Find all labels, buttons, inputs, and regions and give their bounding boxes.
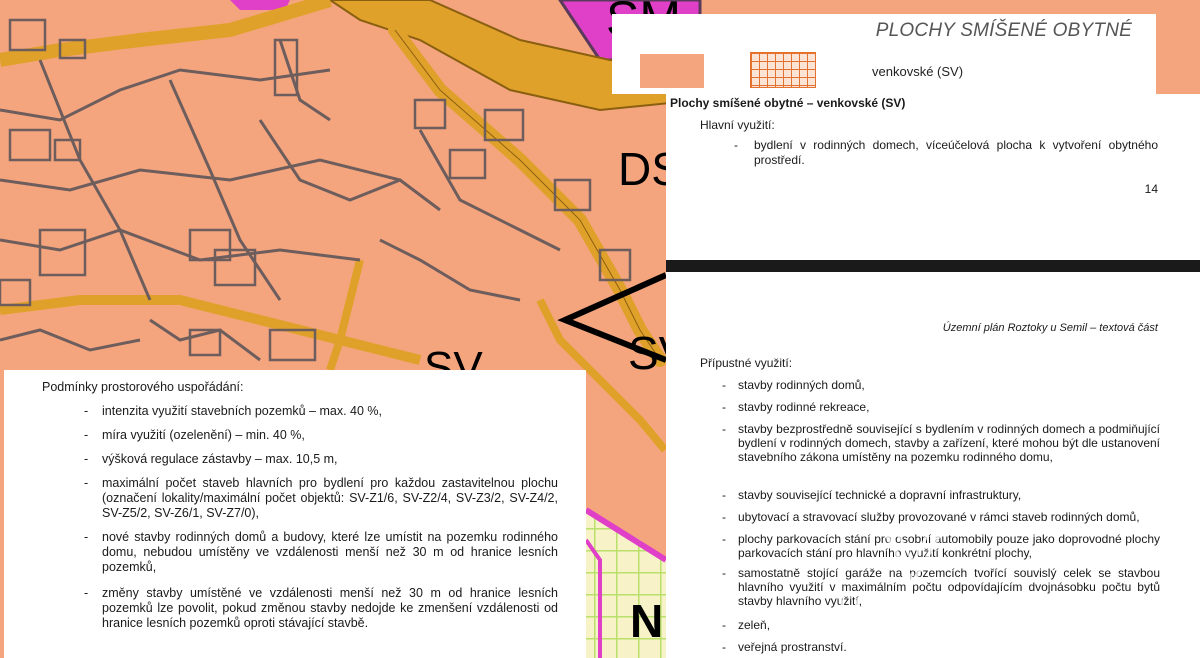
zone-label-n: N: [630, 595, 664, 647]
document-header: Územní plán Roztoky u Semil – textová čá…: [942, 322, 1158, 334]
list-item: - ubytovací a stravovací služby provozova…: [722, 510, 1140, 524]
list-item: - plochy parkovacích stání pro osobní aut…: [722, 532, 1160, 560]
list-item: - stavby rodinné rekreace,: [722, 400, 870, 414]
list-item: - stavby rodinných domů,: [722, 378, 865, 392]
list-item: - nové stavby rodinných domů a budovy, kt…: [84, 530, 558, 574]
list-item: - výšková regulace zástavby – max. 10,5 m…: [84, 452, 338, 466]
viagem-logo-icon: [884, 533, 942, 587]
legend-title: PLOCHY SMÍŠENÉ OBYTNÉ: [875, 20, 1132, 41]
list-item: - maximální počet staveb hlavních pro byd…: [84, 476, 558, 520]
spatial-conditions-heading: Podmínky prostorového uspořádání:: [42, 380, 244, 394]
legend-swatch-existing: [640, 54, 704, 88]
legend-swatch-proposed: [750, 52, 816, 88]
list-item: - stavby související technické a dopravní…: [722, 488, 1022, 502]
section-heading: Plochy smíšené obytné – venkovské (SV): [670, 96, 906, 110]
page-separator: [666, 260, 1200, 272]
list-item: - změny stavby umístěné ve vzdálenosti me…: [84, 586, 558, 630]
list-item: - stavby bezprostředně související s bydl…: [722, 422, 1160, 464]
permitted-use-heading: Přípustné využití:: [700, 356, 793, 370]
main-use-text: bydlení v rodinných domech, víceúčelová …: [754, 138, 1158, 167]
viagem-watermark: VIAGEM: [838, 592, 978, 632]
spatial-conditions-excerpt: Podmínky prostorového uspořádání: - inten…: [4, 370, 586, 658]
list-item: - intenzita využití stavebních pozemků – …: [84, 404, 382, 418]
list-item: - míra využití (ozelenění) – min. 40 %,: [84, 428, 305, 442]
bazos-watermark: @( Bazos.cz: [1002, 610, 1184, 645]
main-use-heading: Hlavní využití:: [700, 118, 775, 132]
regulation-excerpt-top: Plochy smíšené obytné – venkovské (SV) H…: [666, 94, 1200, 260]
legend-panel: PLOCHY SMÍŠENÉ OBYTNÉ venkovské (SV): [612, 14, 1156, 94]
legend-label: venkovské (SV): [872, 64, 964, 79]
page-number: 14: [1144, 182, 1158, 196]
bullet-dash: -: [734, 138, 738, 152]
